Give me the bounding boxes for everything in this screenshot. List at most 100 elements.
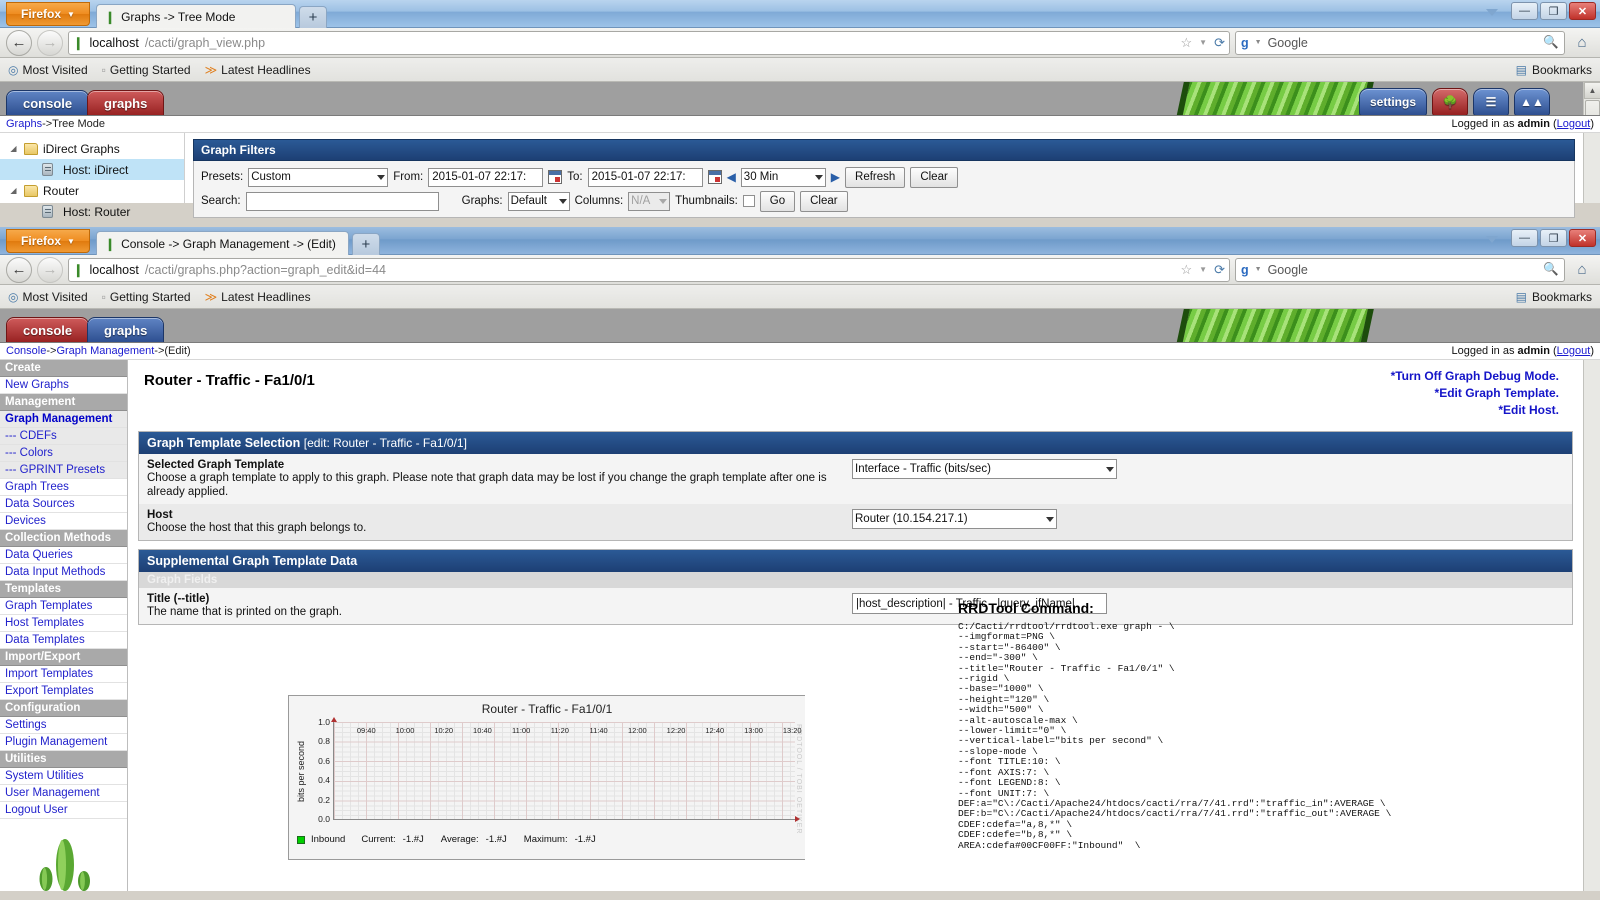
sidebar-item-plugin-management[interactable]: Plugin Management xyxy=(0,734,127,751)
edit-host-link[interactable]: *Edit Host. xyxy=(1391,402,1559,419)
sidebar-item-gprint-presets[interactable]: --- GPRINT Presets xyxy=(0,462,127,479)
forward-button[interactable]: → xyxy=(37,29,63,56)
maximize-button[interactable]: ❐ xyxy=(1540,229,1567,247)
bookmarks-menu[interactable]: ▤ Bookmarks xyxy=(1516,63,1592,77)
columns-select[interactable]: N/A xyxy=(628,191,671,211)
bookmark-getting-started[interactable]: ▫ Getting Started xyxy=(102,290,191,304)
logout-link[interactable]: Logout xyxy=(1557,345,1591,357)
reload-icon[interactable]: ⟳ xyxy=(1214,35,1225,51)
home-button[interactable]: ⌂ xyxy=(1570,258,1594,282)
search-input[interactable] xyxy=(245,191,439,211)
breadcrumb-graphs[interactable]: Graphs xyxy=(6,118,42,130)
bookmark-most-visited[interactable]: ◎ Most Visited xyxy=(8,290,88,304)
sidebar-item-cdefs[interactable]: --- CDEFs xyxy=(0,428,127,445)
preview-view-button[interactable]: ▲▲ xyxy=(1514,88,1550,115)
breadcrumb-console[interactable]: Console xyxy=(6,345,46,357)
search-bar[interactable]: g ▼ Google 🔍 xyxy=(1235,30,1565,55)
logout-link[interactable]: Logout xyxy=(1557,118,1591,130)
search-bar[interactable]: g ▼ Google 🔍 xyxy=(1235,257,1565,282)
go-button[interactable]: Go xyxy=(759,190,796,212)
home-button[interactable]: ⌂ xyxy=(1570,31,1594,55)
clear-button[interactable]: Clear xyxy=(910,166,958,188)
search-icon[interactable]: 🔍 xyxy=(1543,35,1559,50)
nav-tab-graphs[interactable]: graphs xyxy=(87,317,165,342)
window2-content-scrollbar[interactable] xyxy=(1583,360,1600,891)
close-button[interactable]: ✕ xyxy=(1569,2,1596,20)
nav-tab-graphs[interactable]: graphs xyxy=(87,90,165,115)
settings-button[interactable]: settings xyxy=(1358,88,1427,115)
minimize-button[interactable]: — xyxy=(1511,2,1538,20)
browser-tab-graph-management[interactable]: ❙ Console -> Graph Management -> (Edit) xyxy=(96,231,349,255)
clear-button-2[interactable]: Clear xyxy=(800,190,848,212)
tree-node-idirect-graphs[interactable]: ◢ iDirect Graphs xyxy=(0,138,184,159)
sidebar-item-devices[interactable]: Devices xyxy=(0,513,127,530)
sidebar-item-import-templates[interactable]: Import Templates xyxy=(0,666,127,683)
sidebar-item-data-queries[interactable]: Data Queries xyxy=(0,547,127,564)
sidebar-item-data-sources[interactable]: Data Sources xyxy=(0,496,127,513)
edit-graph-template-link[interactable]: *Edit Graph Template. xyxy=(1391,385,1559,402)
chevron-down-icon[interactable]: ▼ xyxy=(1199,265,1207,274)
new-tab-button[interactable]: + xyxy=(351,233,380,255)
sidebar-item-data-input-methods[interactable]: Data Input Methods xyxy=(0,564,127,581)
turn-off-debug-mode-link[interactable]: *Turn Off Graph Debug Mode. xyxy=(1391,368,1559,385)
scrollbar-thumb[interactable] xyxy=(1585,100,1600,115)
from-date-input[interactable] xyxy=(428,167,544,187)
sidebar-item-export-templates[interactable]: Export Templates xyxy=(0,683,127,700)
interval-select[interactable]: 30 Min xyxy=(740,167,826,187)
address-bar[interactable]: ❙ localhost/cacti/graphs.php?action=grap… xyxy=(68,257,1230,282)
back-button[interactable]: ← xyxy=(6,29,32,56)
new-tab-button[interactable]: + xyxy=(299,6,327,28)
tree-node-host-router[interactable]: Host: Router xyxy=(0,201,184,222)
tree-view-button[interactable]: 🌳 xyxy=(1432,88,1468,115)
calendar-icon[interactable] xyxy=(548,170,563,184)
tab-list-chevron-icon[interactable] xyxy=(1486,9,1498,16)
bookmark-star-icon[interactable]: ☆ xyxy=(1181,262,1193,278)
bookmark-latest-headlines[interactable]: ≫ Latest Headlines xyxy=(205,63,311,77)
sidebar-item-graph-templates[interactable]: Graph Templates xyxy=(0,598,127,615)
breadcrumb-graph-management[interactable]: Graph Management xyxy=(56,345,154,357)
sidebar-item-logout-user[interactable]: Logout User xyxy=(0,802,127,819)
shift-left-icon[interactable]: ◀ xyxy=(727,170,736,184)
sidebar-item-user-management[interactable]: User Management xyxy=(0,785,127,802)
sidebar-item-host-templates[interactable]: Host Templates xyxy=(0,615,127,632)
sidebar-item-graph-management[interactable]: Graph Management xyxy=(0,411,127,428)
bookmark-star-icon[interactable]: ☆ xyxy=(1181,35,1193,51)
window1-scrollbar[interactable]: ▲ xyxy=(1583,82,1600,115)
back-button[interactable]: ← xyxy=(6,256,32,283)
sidebar-item-settings[interactable]: Settings xyxy=(0,717,127,734)
reload-icon[interactable]: ⟳ xyxy=(1214,262,1225,278)
sidebar-item-colors[interactable]: --- Colors xyxy=(0,445,127,462)
presets-select[interactable]: Custom xyxy=(248,167,389,187)
scroll-up-button[interactable]: ▲ xyxy=(1584,82,1600,99)
close-button[interactable]: ✕ xyxy=(1569,229,1596,247)
address-bar[interactable]: ❙ localhost/cacti/graph_view.php ☆ ▼ ⟳ xyxy=(68,30,1230,55)
chevron-down-icon[interactable]: ▼ xyxy=(1255,39,1262,46)
bookmark-latest-headlines[interactable]: ≫ Latest Headlines xyxy=(205,290,311,304)
sidebar-item-system-utilities[interactable]: System Utilities xyxy=(0,768,127,785)
sidebar-item-data-templates[interactable]: Data Templates xyxy=(0,632,127,649)
nav-tab-console[interactable]: console xyxy=(6,90,90,115)
bookmark-most-visited[interactable]: ◎ Most Visited xyxy=(8,63,88,77)
graph-preview[interactable]: Router - Traffic - Fa1/0/1 RRDTOOL / TOB… xyxy=(288,695,805,860)
refresh-button[interactable]: Refresh xyxy=(845,166,906,188)
window1-content-scrollbar[interactable] xyxy=(1583,133,1600,203)
tree-node-host-idirect[interactable]: Host: iDirect xyxy=(0,159,184,180)
collapse-triangle-icon[interactable]: ◢ xyxy=(8,186,19,195)
tab-list-chevron-icon[interactable] xyxy=(1486,236,1498,243)
graphs-select[interactable]: Default xyxy=(507,191,570,211)
collapse-triangle-icon[interactable]: ◢ xyxy=(8,144,19,153)
shift-right-icon[interactable]: ▶ xyxy=(831,170,840,184)
list-view-button[interactable]: ☰ xyxy=(1473,88,1509,115)
sidebar-item-graph-trees[interactable]: Graph Trees xyxy=(0,479,127,496)
minimize-button[interactable]: — xyxy=(1511,229,1538,247)
firefox-menu-button[interactable]: Firefox ▼ xyxy=(6,229,90,253)
thumbnails-checkbox[interactable] xyxy=(742,195,755,207)
chevron-down-icon[interactable]: ▼ xyxy=(1199,38,1207,47)
firefox-menu-button[interactable]: Firefox ▼ xyxy=(6,2,90,26)
to-date-input[interactable] xyxy=(587,167,703,187)
forward-button[interactable]: → xyxy=(37,256,63,283)
maximize-button[interactable]: ❐ xyxy=(1540,2,1567,20)
sidebar-item-new-graphs[interactable]: New Graphs xyxy=(0,377,127,394)
tree-node-router[interactable]: ◢ Router xyxy=(0,180,184,201)
calendar-icon[interactable] xyxy=(707,170,722,184)
